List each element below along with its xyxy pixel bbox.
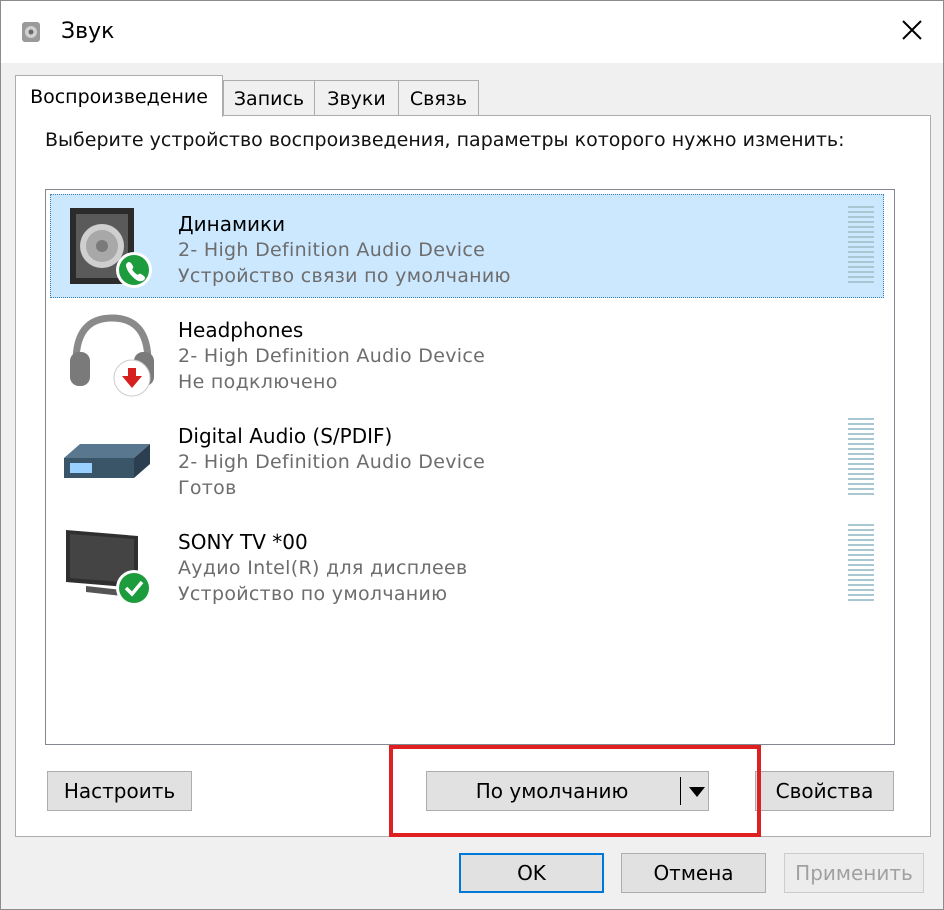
volume-meter xyxy=(848,524,874,602)
device-name: Динамики xyxy=(178,212,286,236)
window-title: Звук xyxy=(61,19,115,44)
tv-monitor-icon xyxy=(58,518,158,610)
green-check-badge-icon xyxy=(116,570,152,606)
device-status: Не подключено xyxy=(178,371,338,393)
device-description: 2- High Definition Audio Device xyxy=(178,345,486,367)
device-status: Устройство связи по умолчанию xyxy=(178,265,511,287)
device-description: 2- High Definition Audio Device xyxy=(178,451,486,473)
device-description: Аудио Intel(R) для дисплеев xyxy=(178,557,468,579)
device-name: Digital Audio (S/PDIF) xyxy=(178,424,393,448)
device-list[interactable]: Динамики 2- High Definition Audio Device… xyxy=(45,189,895,745)
tab-communications[interactable]: Связь xyxy=(398,80,479,116)
green-phone-badge-icon xyxy=(116,252,152,288)
device-status: Устройство по умолчанию xyxy=(178,583,448,605)
device-name: Headphones xyxy=(178,318,304,342)
sound-dialog: Звук Воспроизведение Запись Звуки Связь … xyxy=(0,0,944,910)
device-item-sony-tv[interactable]: SONY TV *00 Аудио Intel(R) для дисплеев … xyxy=(50,512,884,616)
red-highlight-box xyxy=(389,745,761,837)
volume-meter xyxy=(848,418,874,496)
volume-meter xyxy=(848,206,874,284)
headphones-icon xyxy=(58,306,158,398)
close-icon[interactable] xyxy=(899,17,925,43)
tab-playback[interactable]: Воспроизведение xyxy=(15,75,223,117)
apply-button[interactable]: Применить xyxy=(784,853,924,893)
tab-sounds[interactable]: Звуки xyxy=(314,80,399,116)
device-item-digital-audio[interactable]: Digital Audio (S/PDIF) 2- High Definitio… xyxy=(50,406,884,510)
device-status: Готов xyxy=(178,477,237,499)
device-name: SONY TV *00 xyxy=(178,530,308,554)
device-item-headphones[interactable]: Headphones 2- High Definition Audio Devi… xyxy=(50,300,884,404)
device-item-speakers[interactable]: Динамики 2- High Definition Audio Device… xyxy=(50,194,884,298)
configure-button[interactable]: Настроить xyxy=(47,771,192,811)
speaker-icon xyxy=(19,19,45,45)
properties-button[interactable]: Свойства xyxy=(755,771,894,811)
speaker-device-icon xyxy=(58,200,158,292)
title-bar: Звук xyxy=(1,1,943,63)
instruction-text: Выберите устройство воспроизведения, пар… xyxy=(45,129,845,151)
digital-audio-device-icon xyxy=(58,412,158,504)
ok-button[interactable]: OK xyxy=(459,853,604,893)
red-down-arrow-badge-icon xyxy=(113,359,151,397)
cancel-button[interactable]: Отмена xyxy=(621,853,766,893)
device-description: 2- High Definition Audio Device xyxy=(178,239,486,261)
tab-recording[interactable]: Запись xyxy=(223,80,315,116)
